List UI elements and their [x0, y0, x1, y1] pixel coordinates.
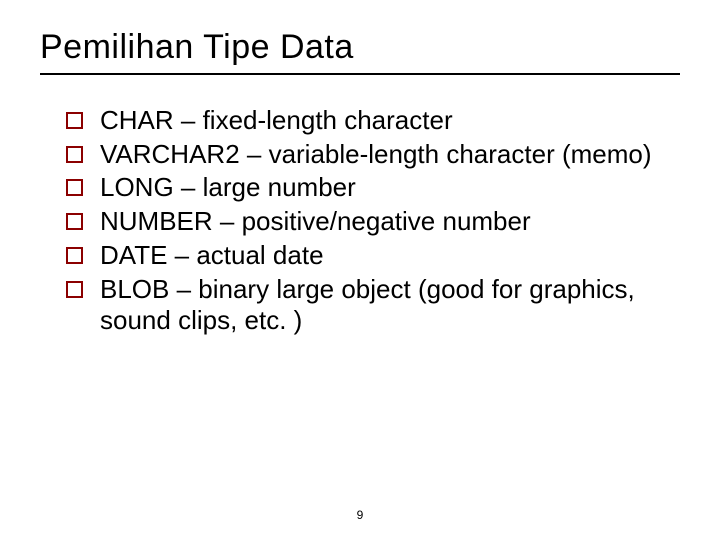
- list-item-text: BLOB – binary large object (good for gra…: [100, 274, 635, 336]
- page-title: Pemilihan Tipe Data: [40, 28, 680, 75]
- slide: Pemilihan Tipe Data CHAR – fixed-length …: [0, 0, 720, 540]
- list-item-text: NUMBER – positive/negative number: [100, 206, 531, 236]
- square-bullet-icon: [66, 146, 83, 163]
- list-item-text: VARCHAR2 – variable-length character (me…: [100, 139, 652, 169]
- square-bullet-icon: [66, 112, 83, 129]
- list-item-text: LONG – large number: [100, 172, 356, 202]
- list-item: VARCHAR2 – variable-length character (me…: [66, 139, 680, 171]
- square-bullet-icon: [66, 213, 83, 230]
- list-item: BLOB – binary large object (good for gra…: [66, 274, 680, 337]
- page-number: 9: [0, 508, 720, 522]
- list-item: CHAR – fixed-length character: [66, 105, 680, 137]
- square-bullet-icon: [66, 281, 83, 298]
- square-bullet-icon: [66, 247, 83, 264]
- list-item: LONG – large number: [66, 172, 680, 204]
- list-item-text: CHAR – fixed-length character: [100, 105, 453, 135]
- bullet-list: CHAR – fixed-length character VARCHAR2 –…: [40, 105, 680, 337]
- list-item-text: DATE – actual date: [100, 240, 324, 270]
- list-item: DATE – actual date: [66, 240, 680, 272]
- list-item: NUMBER – positive/negative number: [66, 206, 680, 238]
- square-bullet-icon: [66, 179, 83, 196]
